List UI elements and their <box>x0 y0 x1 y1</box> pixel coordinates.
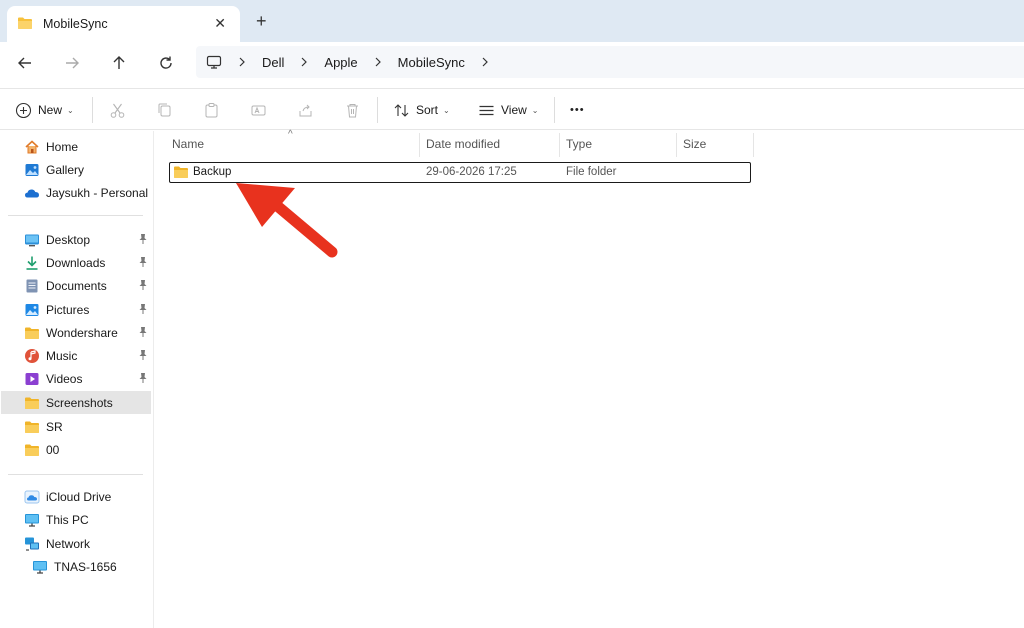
annotation-arrow <box>236 183 338 258</box>
